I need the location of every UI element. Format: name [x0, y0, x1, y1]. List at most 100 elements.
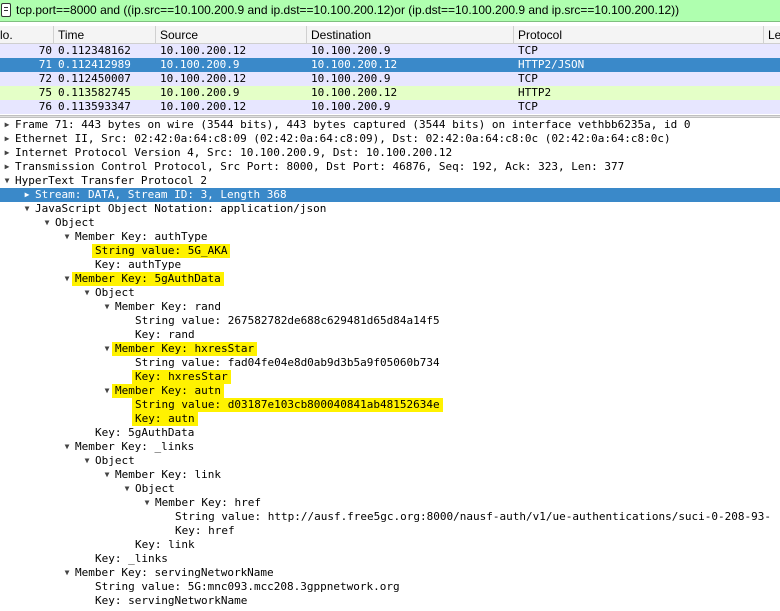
- tree-item-label: Member Key: link: [115, 468, 221, 481]
- collapsed-arrow-icon[interactable]: ▶: [2, 160, 12, 174]
- tree-item-label: Key: hxresStar: [135, 370, 228, 383]
- tree-item[interactable]: ▼ Member Key: link: [0, 468, 780, 482]
- collapsed-arrow-icon[interactable]: ▶: [2, 132, 12, 146]
- packet-destination: 10.100.200.12: [311, 86, 398, 99]
- expanded-arrow-icon[interactable]: ▼: [2, 174, 12, 188]
- tree-item[interactable]: ▼ Object: [0, 482, 780, 496]
- tree-item-label: Key: 5gAuthData: [95, 426, 195, 439]
- packet-row[interactable]: 70 0.112348162 10.100.200.12 10.100.200.9 TC…: [0, 44, 780, 58]
- tree-item[interactable]: Key: href: [0, 524, 780, 538]
- tree-item[interactable]: ▼ JavaScript Object Notation: application…: [0, 202, 780, 216]
- expanded-arrow-icon[interactable]: ▼: [62, 440, 72, 454]
- column-header-no[interactable]: lo.: [0, 26, 54, 44]
- packet-protocol: TCP: [518, 72, 538, 85]
- tree-item-label: Key: authType: [95, 258, 182, 271]
- tree-item-label: HyperText Transfer Protocol 2: [15, 174, 208, 187]
- tree-item[interactable]: ▼ Member Key: href: [0, 496, 780, 510]
- column-header-source[interactable]: Source: [156, 26, 307, 44]
- packet-no: 71: [38, 58, 52, 71]
- packet-no: 76: [38, 100, 52, 113]
- expanded-arrow-icon[interactable]: ▼: [22, 202, 32, 216]
- tree-item-label: Transmission Control Protocol, Src Port:…: [15, 160, 625, 173]
- tree-item[interactable]: ▼ Member Key: servingNetworkName: [0, 566, 780, 580]
- tree-item[interactable]: String value: d03187e103cb800040841ab481…: [0, 398, 780, 412]
- tree-item[interactable]: ▼ Member Key: _links: [0, 440, 780, 454]
- tree-item-label: String value: 5G:mnc093.mcc208.3gppnetwo…: [95, 580, 400, 593]
- tree-item[interactable]: ▶ Internet Protocol Version 4, Src: 10.10…: [0, 146, 780, 160]
- expanded-arrow-icon[interactable]: ▼: [82, 286, 92, 300]
- packet-row[interactable]: 71 0.112412989 10.100.200.9 10.100.200.12 HT…: [0, 58, 780, 72]
- tree-item[interactable]: String value: 5G_AKA: [0, 244, 780, 258]
- tree-item[interactable]: ▶ Ethernet II, Src: 02:42:0a:64:c8:09 (02…: [0, 132, 780, 146]
- tree-item[interactable]: Key: authType: [0, 258, 780, 272]
- tree-item[interactable]: Key: servingNetworkName: [0, 594, 780, 608]
- expanded-arrow-icon[interactable]: ▼: [42, 216, 52, 230]
- packet-destination: 10.100.200.9: [311, 72, 391, 85]
- tree-item[interactable]: ▼ Member Key: hxresStar: [0, 342, 780, 356]
- packet-source: 10.100.200.12: [160, 100, 247, 113]
- tree-item-label: Key: href: [175, 524, 235, 537]
- packet-time: 0.112348162: [58, 44, 131, 57]
- packet-source: 10.100.200.9: [160, 58, 240, 71]
- packet-no: 70: [38, 44, 52, 57]
- tree-item[interactable]: ▶ Transmission Control Protocol, Src Port…: [0, 160, 780, 174]
- display-filter-text[interactable]: tcp.port==8000 and ((ip.src==10.100.200.…: [16, 3, 679, 17]
- tree-item[interactable]: String value: fad04fe04e8d0ab9d3b5a9f050…: [0, 356, 780, 370]
- tree-item-label: Key: autn: [135, 412, 195, 425]
- tree-item[interactable]: Key: rand: [0, 328, 780, 342]
- tree-item[interactable]: Key: _links: [0, 552, 780, 566]
- column-header-protocol[interactable]: Protocol: [514, 26, 764, 44]
- tree-item[interactable]: ▶ Frame 71: 443 bytes on wire (3544 bits)…: [0, 118, 780, 132]
- tree-item[interactable]: ▶ Stream: DATA, Stream ID: 3, Length 368: [0, 188, 780, 202]
- tree-item-label: Member Key: servingNetworkName: [75, 566, 274, 579]
- tree-item[interactable]: ▼ Member Key: 5gAuthData: [0, 272, 780, 286]
- expanded-arrow-icon[interactable]: ▼: [102, 468, 112, 482]
- tree-item-label: Stream: DATA, Stream ID: 3, Length 368: [35, 188, 287, 201]
- filter-bookmark-icon[interactable]: [1, 3, 11, 17]
- expanded-arrow-icon[interactable]: ▼: [142, 496, 152, 510]
- tree-item[interactable]: String value: http://ausf.free5gc.org:80…: [0, 510, 780, 524]
- tree-item[interactable]: Key: link: [0, 538, 780, 552]
- tree-item-label: Ethernet II, Src: 02:42:0a:64:c8:09 (02:…: [15, 132, 671, 145]
- expanded-arrow-icon[interactable]: ▼: [122, 482, 132, 496]
- expanded-arrow-icon[interactable]: ▼: [62, 272, 72, 286]
- tree-item[interactable]: ▼ Member Key: autn: [0, 384, 780, 398]
- tree-item-label: Key: rand: [135, 328, 195, 341]
- packet-row[interactable]: 72 0.112450007 10.100.200.12 10.100.200.9 TC…: [0, 72, 780, 86]
- column-header-destination[interactable]: Destination: [307, 26, 514, 44]
- tree-item-label: Object: [95, 286, 135, 299]
- display-filter-bar[interactable]: tcp.port==8000 and ((ip.src==10.100.200.…: [0, 0, 780, 22]
- tree-item[interactable]: Key: 5gAuthData: [0, 426, 780, 440]
- tree-item-label: String value: 5G_AKA: [95, 244, 228, 257]
- packet-no: 72: [38, 72, 52, 85]
- tree-item-label: Key: _links: [95, 552, 168, 565]
- tree-item[interactable]: String value: 267582782de688c629481d65d8…: [0, 314, 780, 328]
- tree-item[interactable]: ▼ Object: [0, 454, 780, 468]
- collapsed-arrow-icon[interactable]: ▶: [2, 118, 12, 132]
- column-header-time[interactable]: Time: [54, 26, 156, 44]
- collapsed-arrow-icon[interactable]: ▶: [22, 188, 32, 202]
- tree-item[interactable]: Key: autn: [0, 412, 780, 426]
- packet-row[interactable]: 75 0.113582745 10.100.200.9 10.100.200.12 HT…: [0, 86, 780, 100]
- tree-item[interactable]: ▼ Object: [0, 286, 780, 300]
- expanded-arrow-icon[interactable]: ▼: [102, 342, 112, 356]
- packet-list: 70 0.112348162 10.100.200.12 10.100.200.9 TC…: [0, 44, 780, 114]
- expanded-arrow-icon[interactable]: ▼: [82, 454, 92, 468]
- tree-item[interactable]: Key: hxresStar: [0, 370, 780, 384]
- expanded-arrow-icon[interactable]: ▼: [102, 384, 112, 398]
- tree-item[interactable]: ▼ HyperText Transfer Protocol 2: [0, 174, 780, 188]
- tree-item[interactable]: ▼ Member Key: rand: [0, 300, 780, 314]
- column-header-length[interactable]: Le: [764, 26, 780, 44]
- collapsed-arrow-icon[interactable]: ▶: [2, 146, 12, 160]
- tree-item[interactable]: ▼ Member Key: authType: [0, 230, 780, 244]
- tree-item[interactable]: ▼ Object: [0, 216, 780, 230]
- packet-destination: 10.100.200.9: [311, 100, 391, 113]
- packet-list-header: lo. Time Source Destination Protocol Le: [0, 26, 780, 44]
- expanded-arrow-icon[interactable]: ▼: [62, 230, 72, 244]
- expanded-arrow-icon[interactable]: ▼: [62, 566, 72, 580]
- tree-item-label: Object: [55, 216, 95, 229]
- tree-item-label: Member Key: autn: [115, 384, 221, 397]
- tree-item[interactable]: String value: 5G:mnc093.mcc208.3gppnetwo…: [0, 580, 780, 594]
- packet-row[interactable]: 76 0.113593347 10.100.200.12 10.100.200.9 TC…: [0, 100, 780, 114]
- expanded-arrow-icon[interactable]: ▼: [102, 300, 112, 314]
